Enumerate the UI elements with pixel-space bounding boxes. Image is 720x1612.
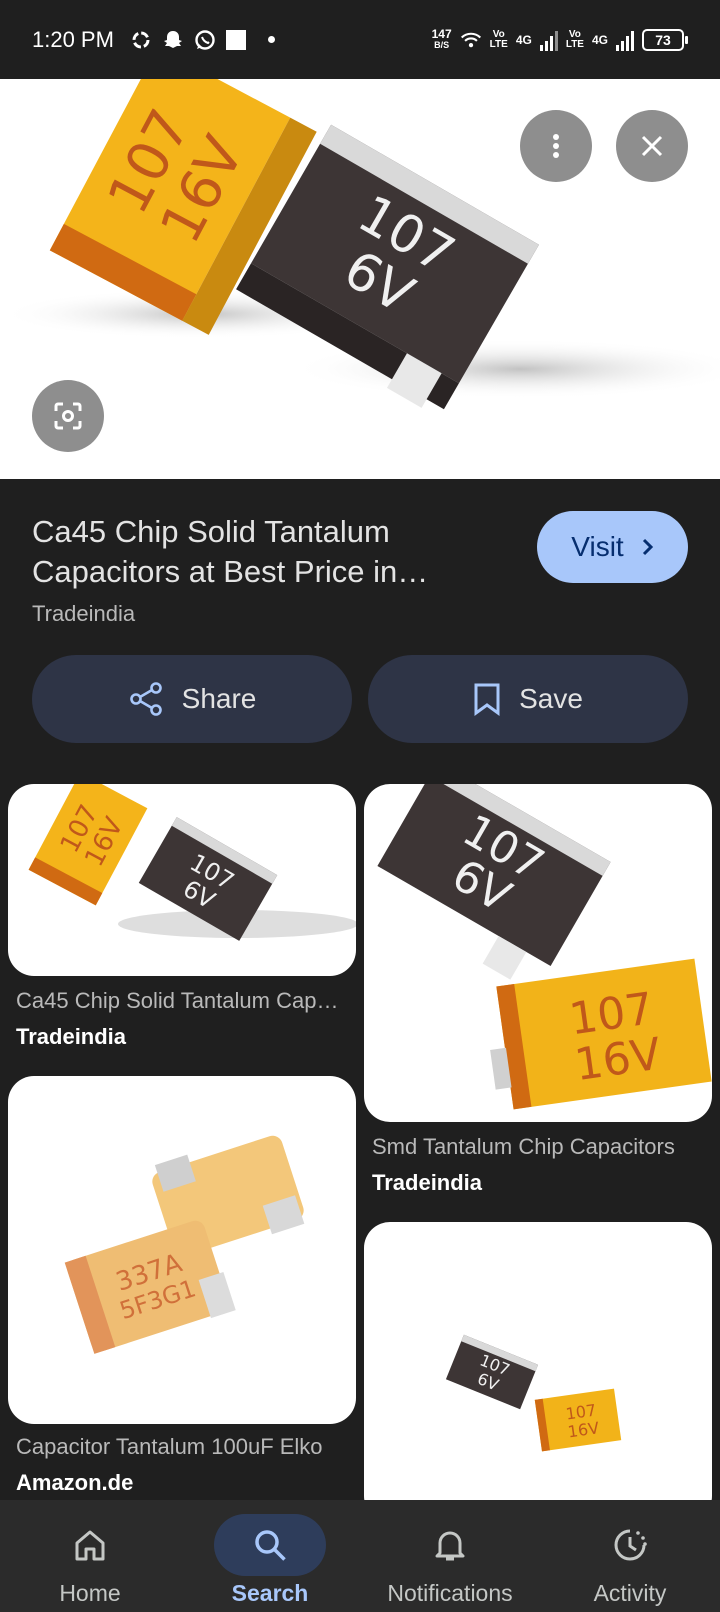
activity-icon <box>614 1529 647 1561</box>
battery-icon: 73 <box>642 28 688 51</box>
signal-strength-icon-1 <box>539 29 558 51</box>
snapchat-icon <box>162 29 184 51</box>
whatsapp-icon <box>194 29 216 51</box>
status-bar: 1:20 PM 147 B/S Vo LTE 4G Vo LTE 4G 73 <box>0 0 720 79</box>
nav-search-label: Search <box>231 1580 309 1606</box>
close-button[interactable] <box>616 110 688 182</box>
bottom-navigation: Home Search Notifications Activity <box>0 1500 720 1612</box>
nav-notifications[interactable]: Notifications <box>360 1500 540 1612</box>
tantalum-capacitors-thumbnail: 107 6V 107 16V <box>445 1334 622 1452</box>
related-caption: Smd Tantalum Chip Capacitors <box>372 1134 675 1159</box>
search-icon <box>255 1530 286 1561</box>
related-source: Amazon.de <box>16 1470 134 1495</box>
tantalum-capacitors-thumbnail: 107 6V 107 16V <box>377 784 712 1110</box>
related-source: Tradeindia <box>16 1024 127 1049</box>
related-caption: Capacitor Tantalum 100uF Elko <box>16 1434 323 1459</box>
related-thumbnail[interactable]: 107 6V 107 16V <box>364 1222 712 1522</box>
share-icon <box>129 682 162 716</box>
bell-icon <box>435 1531 465 1561</box>
nav-home[interactable]: Home <box>0 1500 180 1612</box>
close-icon <box>641 135 663 157</box>
share-label: Share <box>181 683 257 714</box>
chevron-right-icon <box>642 538 653 556</box>
sync-notification-icon <box>130 29 152 51</box>
visit-label: Visit <box>571 531 624 562</box>
notification-square-icon <box>225 29 246 50</box>
network-type-2: 4G <box>591 32 608 47</box>
related-thumbnail[interactable]: 337A 5F3G1 <box>8 1076 356 1424</box>
tantalum-capacitors-thumbnail: 107 16V 107 6V <box>28 784 356 941</box>
network-speed: 147 B/S <box>431 26 452 50</box>
related-result-card[interactable]: 107 6V 107 16V Smd Tantalum Chip Capacit… <box>364 784 712 1195</box>
result-source: Tradeindia <box>32 601 136 626</box>
lens-search-button[interactable] <box>32 380 104 452</box>
home-icon <box>75 1530 105 1561</box>
more-vert-icon <box>553 134 559 158</box>
more-options-button[interactable] <box>520 110 592 182</box>
nav-notifications-label: Notifications <box>387 1580 513 1606</box>
related-result-card[interactable]: 337A 5F3G1 Capacitor Tantalum 100uF Elko… <box>8 1076 356 1500</box>
tantalum-capacitors-illustration: 107 16V 107 6V <box>0 79 720 410</box>
volte-indicator-2: Vo LTE <box>565 28 584 50</box>
nav-search[interactable]: Search <box>180 1500 360 1612</box>
share-button[interactable]: Share <box>32 655 352 743</box>
save-button[interactable]: Save <box>368 655 688 743</box>
nav-activity-label: Activity <box>593 1580 667 1606</box>
related-result-card[interactable]: 107 16V 107 6V Ca45 Chip Solid Tantalum … <box>8 784 356 1054</box>
save-label: Save <box>519 683 583 714</box>
more-notifications-dot-icon <box>267 36 275 43</box>
nav-activity[interactable]: Activity <box>540 1500 720 1612</box>
visit-button[interactable]: Visit <box>537 511 688 583</box>
tantalum-capacitors-thumbnail: 337A 5F3G1 <box>64 1135 305 1354</box>
related-caption: Ca45 Chip Solid Tantalum Capacitors <box>16 988 348 1013</box>
result-title[interactable]: Ca45 Chip Solid Tantalum Capacitors at B… <box>32 512 522 592</box>
related-thumbnail[interactable]: 107 16V 107 6V <box>8 784 356 976</box>
clock: 1:20 PM <box>32 26 114 52</box>
volte-indicator-1: Vo LTE <box>489 28 508 50</box>
nav-home-label: Home <box>59 1580 121 1606</box>
related-source: Tradeindia <box>372 1170 483 1195</box>
related-thumbnail[interactable]: 107 6V 107 16V <box>364 784 712 1122</box>
lens-icon <box>54 402 82 430</box>
signal-strength-icon-2 <box>616 29 634 51</box>
hero-image[interactable]: 107 16V 107 6V <box>0 79 720 479</box>
bookmark-icon <box>474 683 500 716</box>
wifi-icon <box>460 29 482 51</box>
related-result-card[interactable]: 107 6V 107 16V <box>364 1222 712 1522</box>
network-type-1: 4G <box>515 32 532 47</box>
